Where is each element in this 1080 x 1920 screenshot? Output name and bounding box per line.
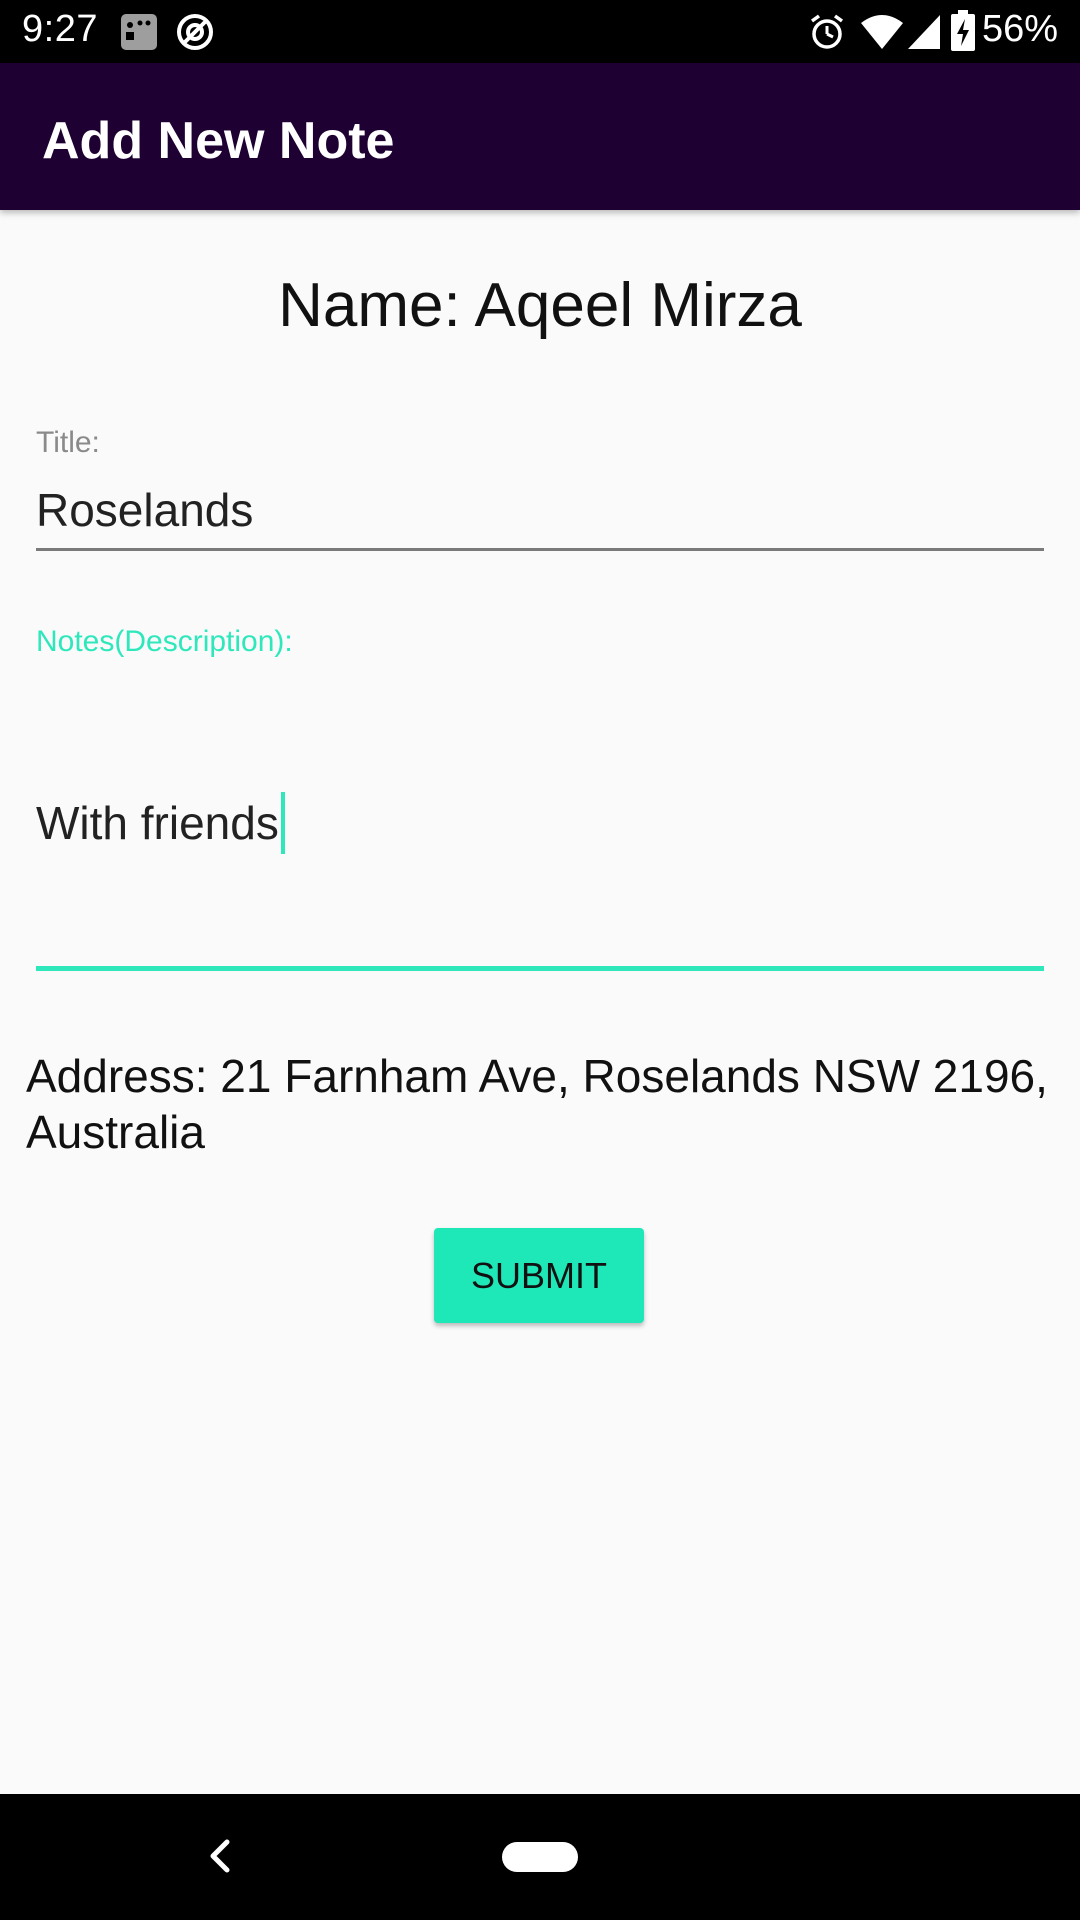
name-heading: Name: Aqeel Mirza bbox=[278, 271, 802, 340]
status-bar: 9:27 56% bbox=[0, 0, 1080, 63]
battery-percent: 56% bbox=[981, 8, 1058, 50]
nav-bar bbox=[0, 1794, 1080, 1920]
signal-icon bbox=[906, 13, 942, 56]
home-icon[interactable] bbox=[502, 1842, 578, 1877]
battery-icon bbox=[950, 10, 976, 57]
notes-input-underline bbox=[36, 966, 1044, 971]
screen: 9:27 56% Add New Note Name: Aqeel Mirza … bbox=[0, 0, 1080, 1920]
submit-button[interactable]: SUBMIT bbox=[434, 1228, 644, 1323]
status-time: 9:27 bbox=[22, 8, 98, 50]
title-input-underline bbox=[36, 548, 1044, 551]
alarm-icon bbox=[808, 13, 846, 56]
address-text: Address: 21 Farnham Ave, Roselands NSW 2… bbox=[26, 1050, 1048, 1158]
text-caret bbox=[280, 792, 285, 854]
back-icon[interactable] bbox=[205, 1834, 235, 1883]
title-label: Title: bbox=[36, 426, 100, 459]
notes-input[interactable]: With friends bbox=[36, 792, 285, 858]
wifi-icon bbox=[860, 13, 904, 56]
app-bar: Add New Note bbox=[0, 63, 1080, 210]
notes-input-text: With friends bbox=[36, 797, 279, 850]
notes-label: Notes(Description): bbox=[36, 625, 293, 658]
notification-icon bbox=[120, 13, 158, 56]
no-disturb-icon bbox=[176, 13, 214, 56]
app-title: Add New Note bbox=[42, 112, 395, 170]
title-input[interactable]: Roselands bbox=[36, 483, 253, 537]
